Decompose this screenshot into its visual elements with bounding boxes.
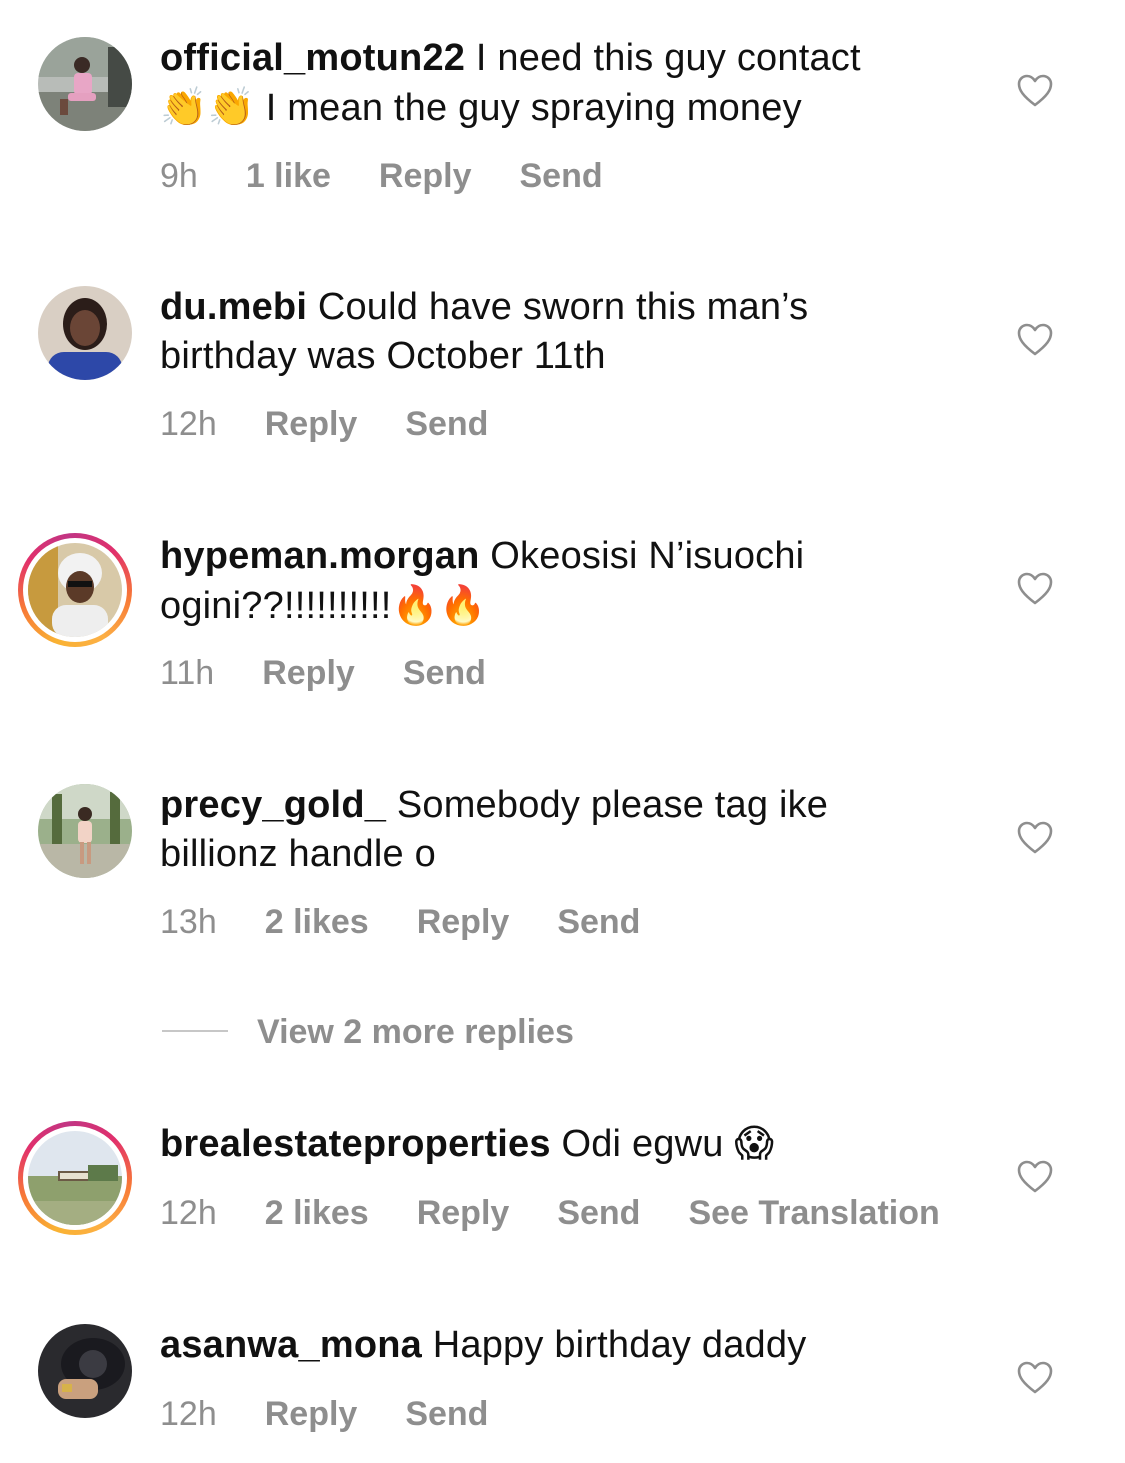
- story-ring-avatar[interactable]: [18, 1121, 132, 1235]
- clapping-hands-emoji: 👏👏: [160, 85, 256, 129]
- comment-text: du.mebi Could have sworn this man’s birt…: [160, 283, 980, 381]
- see-translation-button[interactable]: See Translation: [688, 1194, 939, 1232]
- comment-meta: 12h Reply Send: [160, 1395, 536, 1434]
- comment-time: 12h: [160, 1395, 217, 1433]
- comment-username[interactable]: hypeman.morgan: [160, 535, 480, 577]
- comment-meta: 9h 1 like Reply Send: [160, 157, 651, 196]
- view-more-replies-button[interactable]: View 2 more replies: [257, 1013, 574, 1052]
- avatar[interactable]: [38, 784, 132, 878]
- likes-count[interactable]: 2 likes: [265, 1194, 369, 1232]
- likes-count[interactable]: 2 likes: [265, 903, 369, 941]
- reply-button[interactable]: Reply: [262, 654, 355, 692]
- send-button[interactable]: Send: [403, 654, 486, 692]
- comment-username[interactable]: asanwa_mona: [160, 1324, 422, 1366]
- comment-body-continued: ogini??!!!!!!!!!!: [160, 585, 392, 627]
- comment-body: I need this guy contact: [465, 37, 861, 79]
- avatar: [28, 543, 122, 637]
- send-button[interactable]: Send: [405, 1395, 488, 1433]
- avatar: [28, 1131, 122, 1225]
- comment-body-continued: birthday was October 11th: [160, 335, 606, 377]
- comment-body-continued: billionz handle o: [160, 833, 436, 875]
- story-ring-avatar[interactable]: [18, 533, 132, 647]
- comment-meta: 12h 2 likes Reply Send See Translation: [160, 1194, 988, 1233]
- comment-body: Somebody please tag ike: [386, 784, 829, 826]
- comment-text: asanwa_mona Happy birthday daddy: [160, 1321, 980, 1370]
- comment-time: 12h: [160, 405, 217, 443]
- reply-button[interactable]: Reply: [417, 1194, 510, 1232]
- comment-meta: 13h 2 likes Reply Send: [160, 903, 688, 942]
- send-button[interactable]: Send: [557, 903, 640, 941]
- screaming-face-emoji: 😱: [734, 1121, 775, 1165]
- comment-body: Could have sworn this man’s: [307, 286, 809, 328]
- avatar[interactable]: [38, 1324, 132, 1418]
- avatar[interactable]: [38, 37, 132, 131]
- reply-button[interactable]: Reply: [265, 1395, 358, 1433]
- comment-text: official_motun22 I need this guy contact…: [160, 34, 980, 133]
- reply-button[interactable]: Reply: [417, 903, 510, 941]
- reply-button[interactable]: Reply: [265, 405, 358, 443]
- comment-body-continued: I mean the guy spraying money: [255, 87, 802, 129]
- comment-time: 12h: [160, 1194, 217, 1232]
- comment-username[interactable]: brealestateproperties: [160, 1123, 551, 1165]
- avatar[interactable]: [38, 286, 132, 380]
- comment-body: Odi egwu: [550, 1123, 724, 1165]
- comment-text: brealestateproperties Odi egwu 😱: [160, 1119, 980, 1169]
- heart-outline-icon[interactable]: [1017, 74, 1053, 108]
- comment-username[interactable]: official_motun22: [160, 37, 465, 79]
- comment-username[interactable]: precy_gold_: [160, 784, 386, 826]
- comment-body: Okeosisi N’isuochi: [479, 535, 805, 577]
- comment-body: Happy birthday daddy: [421, 1324, 807, 1366]
- comment-username[interactable]: du.mebi: [160, 286, 307, 328]
- heart-outline-icon[interactable]: [1017, 323, 1053, 357]
- comment-meta: 12h Reply Send: [160, 405, 536, 444]
- comment-time: 13h: [160, 903, 217, 941]
- send-button[interactable]: Send: [520, 157, 603, 195]
- heart-outline-icon[interactable]: [1017, 821, 1053, 855]
- likes-count[interactable]: 1 like: [246, 157, 331, 195]
- heart-outline-icon[interactable]: [1017, 572, 1053, 606]
- heart-outline-icon[interactable]: [1017, 1160, 1053, 1194]
- heart-outline-icon[interactable]: [1017, 1361, 1053, 1395]
- replies-divider: [162, 1030, 228, 1032]
- send-button[interactable]: Send: [405, 405, 488, 443]
- comment-meta: 11h Reply Send: [160, 654, 534, 693]
- reply-button[interactable]: Reply: [379, 157, 472, 195]
- comment-text: hypeman.morgan Okeosisi N’isuochi ogini?…: [160, 532, 980, 631]
- comment-time: 9h: [160, 157, 198, 195]
- comment-time: 11h: [160, 654, 215, 692]
- comment-text: precy_gold_ Somebody please tag ike bill…: [160, 781, 980, 879]
- send-button[interactable]: Send: [557, 1194, 640, 1232]
- fire-emoji: 🔥🔥: [391, 583, 487, 627]
